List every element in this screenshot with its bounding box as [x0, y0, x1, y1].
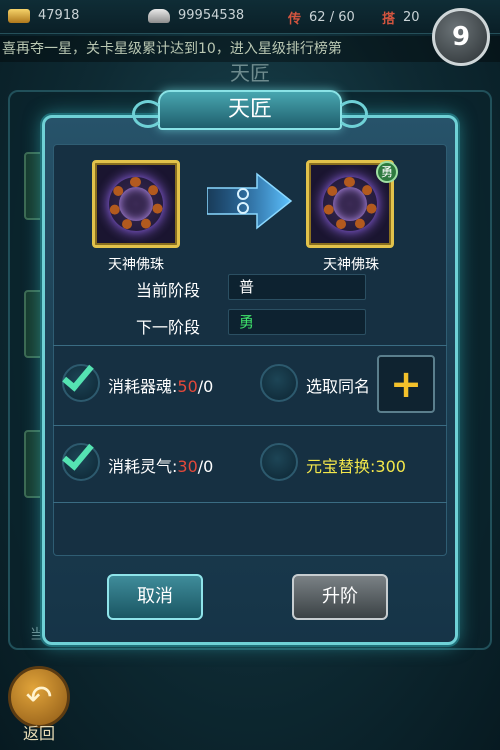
corner-menu-button[interactable]: 9	[432, 8, 490, 66]
next-stage-value: 勇	[228, 309, 366, 335]
cost1-checkbox[interactable]	[62, 358, 100, 402]
cost2-have: 30	[177, 457, 198, 476]
ingot-resource: 99954538	[148, 8, 244, 23]
prayer-beads-icon	[323, 177, 377, 231]
cost1-need: /0	[197, 377, 214, 396]
option1-checkbox[interactable]	[260, 364, 298, 402]
return-arrow-icon: ↶	[8, 666, 70, 728]
stamina-tag: 传	[288, 12, 302, 27]
extra-amount: 20	[403, 10, 420, 25]
gold-amount: 47918	[38, 8, 80, 23]
add-item-button[interactable]: +	[377, 355, 435, 413]
grade-badge: 勇	[376, 161, 398, 183]
stamina-amount: 62 / 60	[309, 10, 355, 25]
gold-resource: 47918	[8, 8, 79, 23]
option2-checkbox[interactable]	[260, 443, 298, 481]
cost2-checkbox[interactable]	[62, 437, 100, 481]
cost1-text: 消耗器魂:50/0	[108, 373, 213, 397]
cost1-have: 50	[177, 377, 198, 396]
source-item-name: 天神佛珠	[108, 257, 164, 273]
section-divider	[53, 502, 447, 503]
upgrade-button[interactable]: 升阶	[292, 574, 388, 620]
target-item-name: 天神佛珠	[323, 257, 379, 273]
option2-label: 元宝替换:300	[306, 457, 406, 476]
cost2-need: /0	[197, 457, 214, 476]
current-stage-value: 普	[228, 274, 366, 300]
cancel-button[interactable]: 取消	[107, 574, 203, 620]
stamina-resource: 传 62 / 60	[288, 8, 355, 27]
prayer-beads-icon	[109, 177, 163, 231]
right-arrow-icon	[207, 172, 293, 230]
source-item-slot[interactable]	[92, 160, 180, 248]
cost2-text: 消耗灵气:30/0	[108, 453, 213, 477]
current-stage-label: 当前阶段	[136, 281, 201, 300]
next-stage-label: 下一阶段	[136, 318, 201, 337]
background-title: 天匠	[230, 61, 270, 85]
butterfly-icon: 9	[451, 22, 471, 52]
ingot-amount: 99954538	[178, 8, 245, 23]
option1-label: 选取同名	[306, 377, 371, 396]
target-item-slot[interactable]: 勇	[306, 160, 398, 248]
back-button[interactable]: ↶ 返回	[4, 666, 74, 746]
ingot-icon	[148, 8, 170, 23]
extra-tag: 搭	[382, 12, 396, 27]
back-label: 返回	[22, 724, 55, 743]
section-divider	[53, 425, 447, 426]
dialog-title: 天匠	[132, 90, 368, 130]
top-resource-bar: 47918 99954538 传 62 / 60 搭 20	[0, 0, 500, 34]
gold-icon	[8, 8, 30, 23]
extra-resource: 搭 20	[382, 8, 420, 27]
cost1-label: 消耗器魂:	[108, 377, 178, 396]
cost2-label: 消耗灵气:	[108, 457, 178, 476]
plus-icon: +	[390, 362, 422, 406]
section-divider	[53, 345, 447, 346]
